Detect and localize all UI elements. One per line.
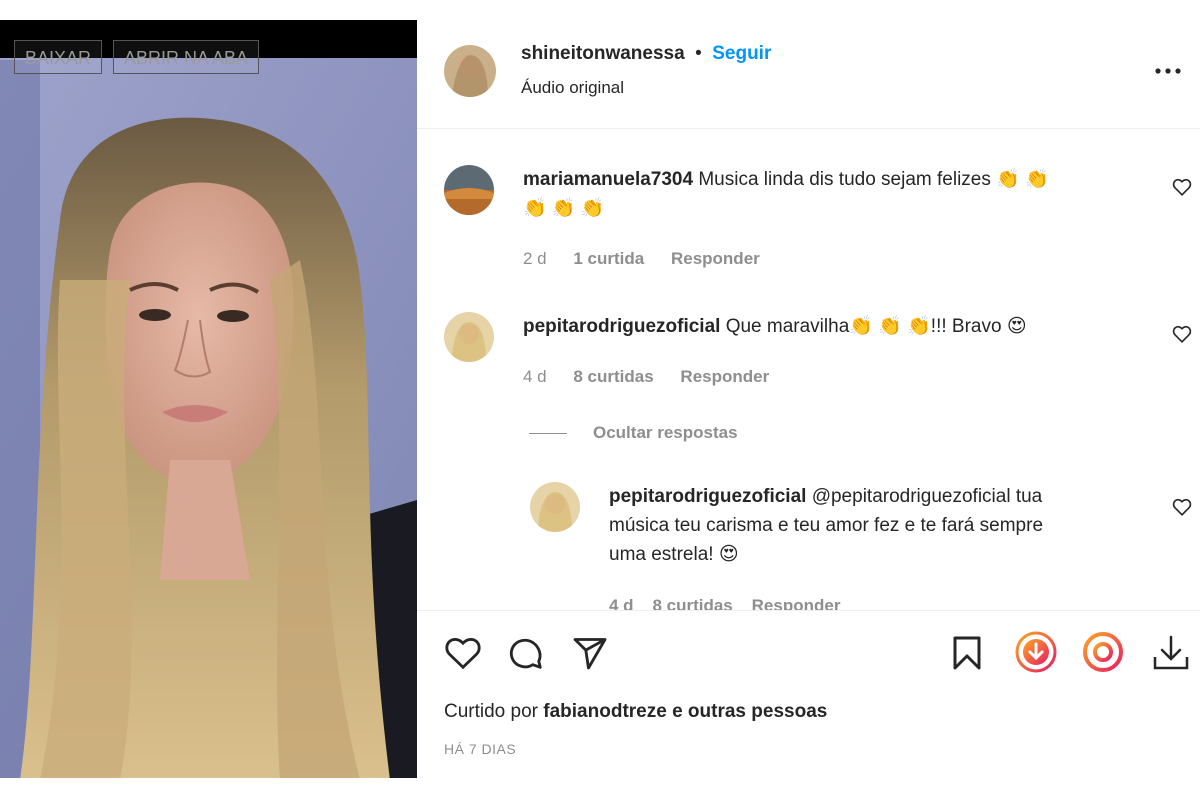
post-actions: Curtido por fabianodtreze e outras pesso…: [417, 610, 1200, 781]
heart-eyes-emoji: 😍: [1006, 316, 1027, 337]
liked-by: Curtido por fabianodtreze e outras pesso…: [444, 701, 827, 723]
reply-button[interactable]: Responder: [671, 249, 760, 268]
comment-meta: 4 d 8 curtidas Responder: [609, 596, 841, 610]
heart-icon[interactable]: [1171, 323, 1193, 345]
avatar[interactable]: [444, 165, 494, 215]
comment-username[interactable]: pepitarodriguezoficial: [523, 316, 720, 337]
comment-likes[interactable]: 8 curtidas: [573, 367, 653, 386]
repost-extension-icon[interactable]: [1082, 631, 1124, 673]
mention-link[interactable]: @pepitarodriguezoficial: [812, 486, 1011, 507]
comment-age: 4 d: [523, 367, 547, 386]
baixar-button[interactable]: BAIXAR: [14, 40, 103, 74]
comment-meta: 2 d 1 curtida Responder: [523, 249, 782, 269]
download-icon[interactable]: [1151, 633, 1191, 673]
clap-emoji: 👏 👏 👏: [523, 198, 605, 219]
follow-button[interactable]: Seguir: [712, 43, 771, 64]
avatar[interactable]: [530, 482, 580, 532]
comment-meta: 4 d 8 curtidas Responder: [523, 367, 791, 387]
avatar[interactable]: [444, 312, 494, 362]
comment-username[interactable]: pepitarodriguezoficial: [609, 486, 806, 507]
comment-text-end: !!! Bravo: [930, 316, 1007, 337]
liked-by-user[interactable]: fabianodtreze: [543, 701, 667, 722]
divider: [529, 433, 567, 434]
like-icon[interactable]: [444, 635, 482, 671]
post-details-panel: shineitonwanessa • Seguir Áudio original…: [417, 20, 1200, 781]
liked-by-prefix: Curtido por: [444, 701, 544, 722]
liked-by-others[interactable]: e outras pessoas: [667, 701, 827, 722]
comment-likes[interactable]: 1 curtida: [573, 249, 644, 268]
comment-text: música teu carisma e teu amor fez e te f…: [609, 515, 1044, 536]
comment-text: uma estrela!: [609, 544, 719, 565]
post-author-username[interactable]: shineitonwanessa: [521, 43, 685, 64]
reply: pepitarodriguezoficial @pepitarodriguezo…: [417, 460, 1200, 610]
hide-replies-button[interactable]: Ocultar respostas: [593, 423, 738, 443]
comment-age: 2 d: [523, 249, 547, 268]
heart-icon[interactable]: [1171, 496, 1193, 518]
separator-dot: •: [695, 43, 702, 64]
comment-text: Musica linda dis tudo sejam felizes: [693, 169, 997, 190]
comment-username[interactable]: mariamanuela7304: [523, 169, 693, 190]
heart-eyes-emoji: 😍: [718, 544, 739, 565]
comment-text: tua: [1010, 486, 1043, 507]
reply-button[interactable]: Responder: [680, 367, 769, 386]
video-frame: [0, 20, 417, 778]
audio-label[interactable]: Áudio original: [521, 78, 624, 98]
download-extension-icon[interactable]: [1015, 631, 1057, 673]
share-icon[interactable]: [572, 635, 608, 671]
avatar[interactable]: [444, 45, 496, 97]
heart-icon[interactable]: [1171, 176, 1193, 198]
bookmark-icon[interactable]: [952, 635, 982, 671]
abrir-na-aba-button[interactable]: ABRIR NA ABA: [113, 40, 260, 74]
comment-text: Que maravilha: [720, 316, 850, 337]
post-header: shineitonwanessa • Seguir Áudio original: [417, 20, 1200, 129]
clap-emoji: 👏 👏: [996, 169, 1049, 190]
post-date[interactable]: HÁ 7 DIAS: [444, 741, 516, 757]
comment-icon[interactable]: [508, 635, 544, 671]
clap-emoji: 👏 👏 👏: [849, 316, 931, 337]
video-player[interactable]: BAIXAR ABRIR NA ABA: [0, 20, 417, 778]
more-icon[interactable]: [1155, 67, 1181, 75]
